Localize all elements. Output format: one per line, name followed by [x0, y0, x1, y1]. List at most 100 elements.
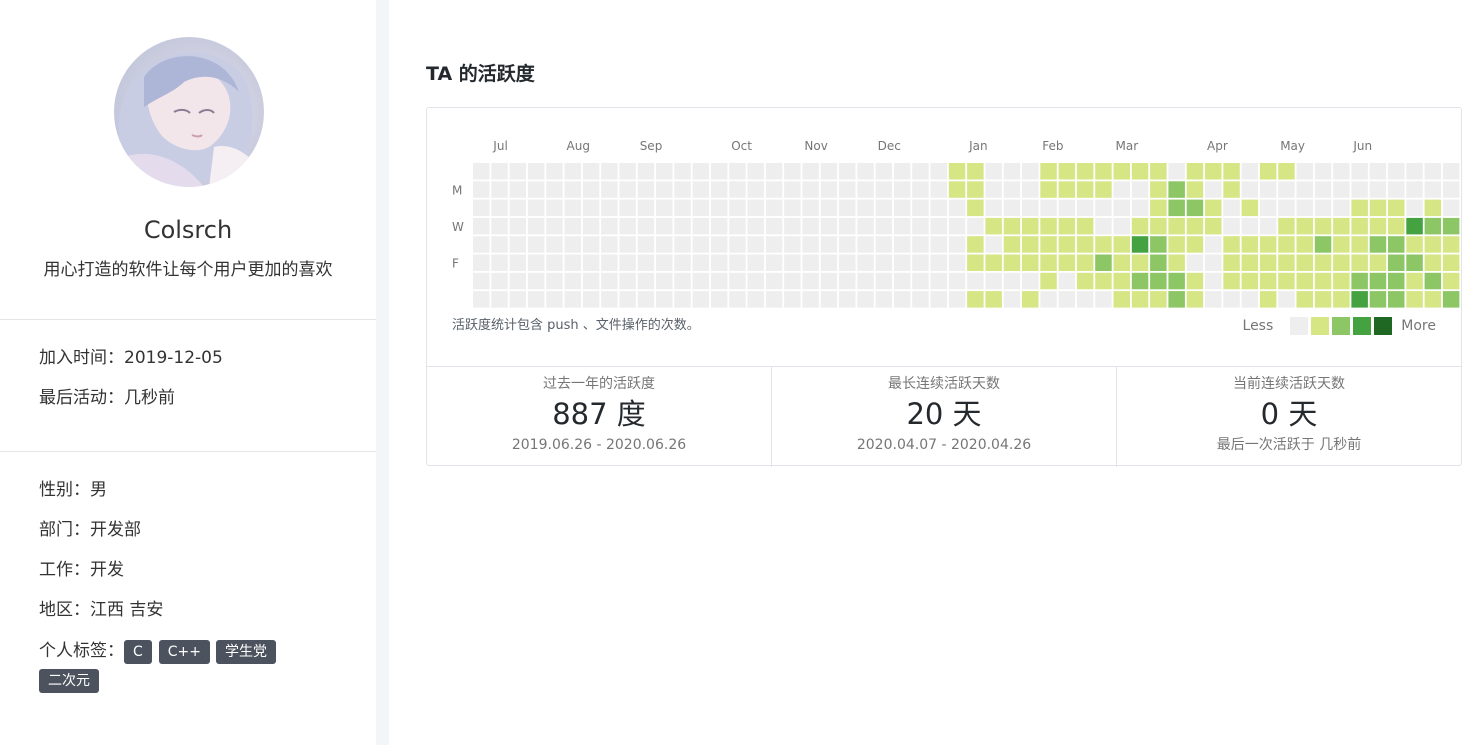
heatmap-cell[interactable] — [1424, 163, 1442, 180]
heatmap-cell[interactable] — [1424, 236, 1442, 253]
heatmap-cell[interactable] — [656, 181, 673, 198]
heatmap-cell[interactable] — [857, 236, 874, 253]
heatmap-cell[interactable] — [948, 291, 966, 308]
heatmap-cell[interactable] — [784, 163, 801, 180]
tag-anime[interactable]: 二次元 — [39, 669, 99, 693]
heatmap-cell[interactable] — [875, 254, 893, 272]
heatmap-cell[interactable] — [1351, 291, 1368, 308]
heatmap-cell[interactable] — [692, 272, 710, 290]
heatmap-cell[interactable] — [546, 199, 563, 217]
heatmap-cell[interactable] — [1278, 272, 1295, 290]
heatmap-cell[interactable] — [546, 181, 563, 198]
heatmap-cell[interactable] — [1314, 217, 1332, 235]
heatmap-cell[interactable] — [509, 254, 527, 272]
heatmap-cell[interactable] — [839, 272, 856, 290]
heatmap-cell[interactable] — [1351, 217, 1368, 235]
heatmap-cell[interactable] — [1022, 199, 1039, 217]
heatmap-cell[interactable] — [564, 254, 582, 272]
heatmap-cell[interactable] — [710, 217, 728, 235]
heatmap-cell[interactable] — [582, 217, 600, 235]
heatmap-cell[interactable] — [802, 272, 819, 290]
heatmap-cell[interactable] — [839, 199, 856, 217]
heatmap-cell[interactable] — [509, 163, 527, 180]
heatmap-cell[interactable] — [1296, 291, 1314, 308]
heatmap-cell[interactable] — [1333, 217, 1350, 235]
heatmap-cell[interactable] — [1058, 254, 1076, 272]
heatmap-cell[interactable] — [1076, 254, 1094, 272]
heatmap-cell[interactable] — [674, 163, 691, 180]
heatmap-cell[interactable] — [1205, 291, 1222, 308]
heatmap-cell[interactable] — [1351, 199, 1368, 217]
heatmap-cell[interactable] — [1388, 217, 1405, 235]
heatmap-cell[interactable] — [564, 217, 582, 235]
heatmap-cell[interactable] — [948, 163, 966, 180]
heatmap-cell[interactable] — [930, 199, 948, 217]
heatmap-cell[interactable] — [930, 163, 948, 180]
heatmap-cell[interactable] — [491, 254, 508, 272]
heatmap-cell[interactable] — [692, 199, 710, 217]
heatmap-cell[interactable] — [1205, 181, 1222, 198]
heatmap-cell[interactable] — [509, 272, 527, 290]
heatmap-cell[interactable] — [1314, 181, 1332, 198]
heatmap-cell[interactable] — [948, 272, 966, 290]
heatmap-cell[interactable] — [857, 163, 874, 180]
heatmap-cell[interactable] — [1296, 199, 1314, 217]
heatmap-cell[interactable] — [1058, 163, 1076, 180]
heatmap-cell[interactable] — [1113, 291, 1131, 308]
heatmap-cell[interactable] — [1241, 163, 1259, 180]
heatmap-cell[interactable] — [912, 181, 929, 198]
heatmap-cell[interactable] — [1424, 254, 1442, 272]
heatmap-cell[interactable] — [491, 181, 508, 198]
heatmap-cell[interactable] — [1278, 291, 1295, 308]
heatmap-cell[interactable] — [1259, 199, 1277, 217]
heatmap-cell[interactable] — [765, 217, 783, 235]
heatmap-cell[interactable] — [601, 254, 618, 272]
tag-c[interactable]: C — [124, 640, 152, 664]
heatmap-cell[interactable] — [710, 199, 728, 217]
heatmap-cell[interactable] — [674, 272, 691, 290]
heatmap-cell[interactable] — [1223, 236, 1240, 253]
heatmap-cell[interactable] — [875, 236, 893, 253]
heatmap-cell[interactable] — [1168, 163, 1185, 180]
heatmap-cell[interactable] — [1388, 236, 1405, 253]
heatmap-cell[interactable] — [656, 236, 673, 253]
heatmap-cell[interactable] — [491, 236, 508, 253]
heatmap-cell[interactable] — [1095, 272, 1112, 290]
heatmap-cell[interactable] — [875, 181, 893, 198]
heatmap-cell[interactable] — [1186, 291, 1204, 308]
heatmap-cell[interactable] — [1223, 272, 1240, 290]
heatmap-cell[interactable] — [765, 181, 783, 198]
heatmap-cell[interactable] — [820, 291, 838, 308]
heatmap-cell[interactable] — [473, 254, 490, 272]
heatmap-cell[interactable] — [967, 272, 984, 290]
heatmap-cell[interactable] — [656, 272, 673, 290]
heatmap-cell[interactable] — [1333, 181, 1350, 198]
heatmap-cell[interactable] — [1168, 199, 1185, 217]
heatmap-cell[interactable] — [1058, 291, 1076, 308]
heatmap-cell[interactable] — [784, 236, 801, 253]
heatmap-cell[interactable] — [546, 291, 563, 308]
heatmap-cell[interactable] — [619, 163, 636, 180]
heatmap-cell[interactable] — [967, 199, 984, 217]
heatmap-cell[interactable] — [527, 181, 545, 198]
heatmap-cell[interactable] — [473, 163, 490, 180]
heatmap-cell[interactable] — [1259, 272, 1277, 290]
heatmap-cell[interactable] — [1150, 163, 1167, 180]
heatmap-cell[interactable] — [1022, 272, 1039, 290]
heatmap-cell[interactable] — [509, 236, 527, 253]
heatmap-cell[interactable] — [893, 291, 911, 308]
heatmap-cell[interactable] — [1058, 199, 1076, 217]
heatmap-cell[interactable] — [1186, 217, 1204, 235]
heatmap-cell[interactable] — [1113, 181, 1131, 198]
heatmap-cell[interactable] — [729, 199, 746, 217]
heatmap-cell[interactable] — [948, 236, 966, 253]
heatmap-cell[interactable] — [747, 163, 765, 180]
heatmap-cell[interactable] — [1058, 236, 1076, 253]
heatmap-cell[interactable] — [637, 291, 655, 308]
heatmap-cell[interactable] — [765, 236, 783, 253]
heatmap-cell[interactable] — [765, 254, 783, 272]
heatmap-cell[interactable] — [857, 181, 874, 198]
heatmap-cell[interactable] — [637, 272, 655, 290]
heatmap-cell[interactable] — [692, 217, 710, 235]
heatmap-cell[interactable] — [692, 181, 710, 198]
